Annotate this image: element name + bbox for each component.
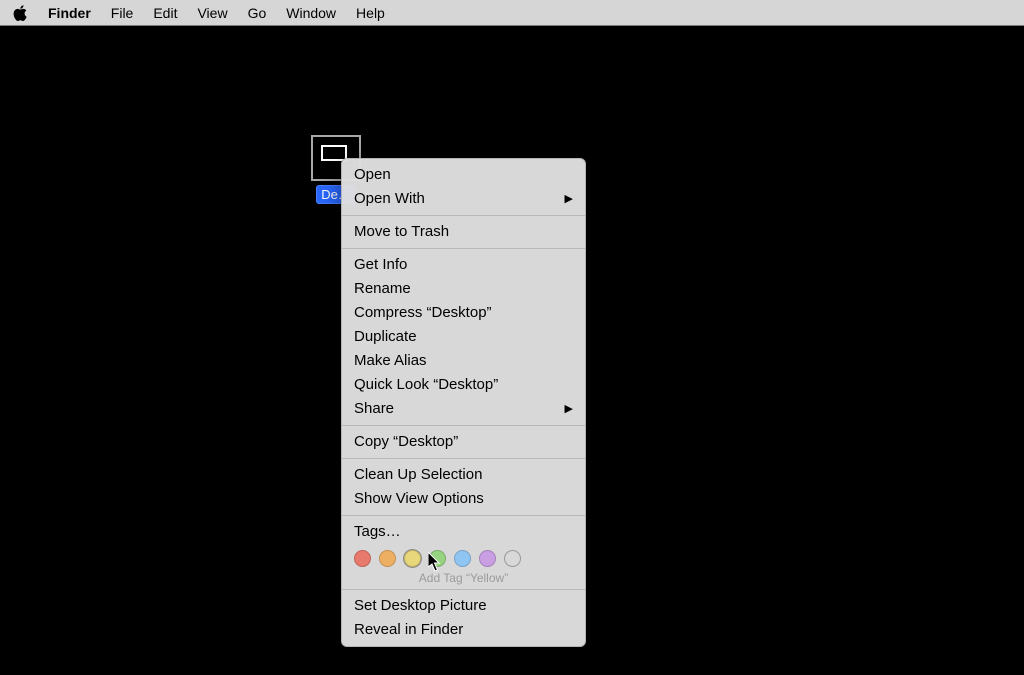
tag-hint-label: Add Tag “Yellow” (342, 571, 585, 585)
menu-reveal-in-finder[interactable]: Reveal in Finder (342, 618, 585, 642)
menu-open-label: Open (354, 165, 391, 185)
menu-view[interactable]: View (187, 2, 237, 24)
menu-set-desktop-picture[interactable]: Set Desktop Picture (342, 594, 585, 618)
menu-reveal-in-finder-label: Reveal in Finder (354, 620, 463, 640)
tag-green[interactable] (429, 550, 446, 567)
menu-get-info-label: Get Info (354, 255, 407, 275)
menu-separator (342, 248, 585, 249)
menu-copy-label: Copy “Desktop” (354, 432, 458, 452)
menu-quick-look[interactable]: Quick Look “Desktop” (342, 373, 585, 397)
menu-open[interactable]: Open (342, 163, 585, 187)
menu-show-view-options[interactable]: Show View Options (342, 487, 585, 511)
menu-separator (342, 458, 585, 459)
menu-get-info[interactable]: Get Info (342, 253, 585, 277)
menu-share[interactable]: Share ▶ (342, 397, 585, 421)
menu-go[interactable]: Go (238, 2, 277, 24)
menu-compress[interactable]: Compress “Desktop” (342, 301, 585, 325)
tag-none[interactable] (504, 550, 521, 567)
menu-move-to-trash-label: Move to Trash (354, 222, 449, 242)
menu-separator (342, 425, 585, 426)
chevron-right-icon: ▶ (565, 189, 573, 209)
menu-tags[interactable]: Tags… (342, 520, 585, 544)
menu-duplicate[interactable]: Duplicate (342, 325, 585, 349)
menu-app-name[interactable]: Finder (38, 2, 101, 24)
menu-help[interactable]: Help (346, 2, 395, 24)
menu-separator (342, 589, 585, 590)
menu-clean-up-selection[interactable]: Clean Up Selection (342, 463, 585, 487)
apple-logo-icon (13, 5, 27, 21)
menu-clean-up-selection-label: Clean Up Selection (354, 465, 482, 485)
tag-blue[interactable] (454, 550, 471, 567)
tag-yellow[interactable] (404, 550, 421, 567)
menu-make-alias[interactable]: Make Alias (342, 349, 585, 373)
menu-bar: Finder File Edit View Go Window Help (0, 0, 1024, 26)
menu-share-label: Share (354, 399, 394, 419)
menu-edit[interactable]: Edit (143, 2, 187, 24)
tag-orange[interactable] (379, 550, 396, 567)
menu-open-with[interactable]: Open With ▶ (342, 187, 585, 211)
menu-window[interactable]: Window (276, 2, 346, 24)
context-menu: Open Open With ▶ Move to Trash Get Info … (341, 158, 586, 647)
menu-show-view-options-label: Show View Options (354, 489, 484, 509)
menu-open-with-label: Open With (354, 189, 425, 209)
menu-file[interactable]: File (101, 2, 144, 24)
menu-separator (342, 515, 585, 516)
menu-move-to-trash[interactable]: Move to Trash (342, 220, 585, 244)
apple-menu[interactable] (8, 5, 32, 21)
menu-copy[interactable]: Copy “Desktop” (342, 430, 585, 454)
tag-red[interactable] (354, 550, 371, 567)
menu-make-alias-label: Make Alias (354, 351, 427, 371)
chevron-right-icon: ▶ (565, 399, 573, 419)
menu-duplicate-label: Duplicate (354, 327, 417, 347)
menu-separator (342, 215, 585, 216)
tag-purple[interactable] (479, 550, 496, 567)
menu-set-desktop-picture-label: Set Desktop Picture (354, 596, 487, 616)
menu-rename[interactable]: Rename (342, 277, 585, 301)
menu-tags-label: Tags… (354, 522, 401, 542)
menu-rename-label: Rename (354, 279, 411, 299)
menu-quick-look-label: Quick Look “Desktop” (354, 375, 498, 395)
tag-color-row (342, 544, 585, 569)
menu-compress-label: Compress “Desktop” (354, 303, 492, 323)
